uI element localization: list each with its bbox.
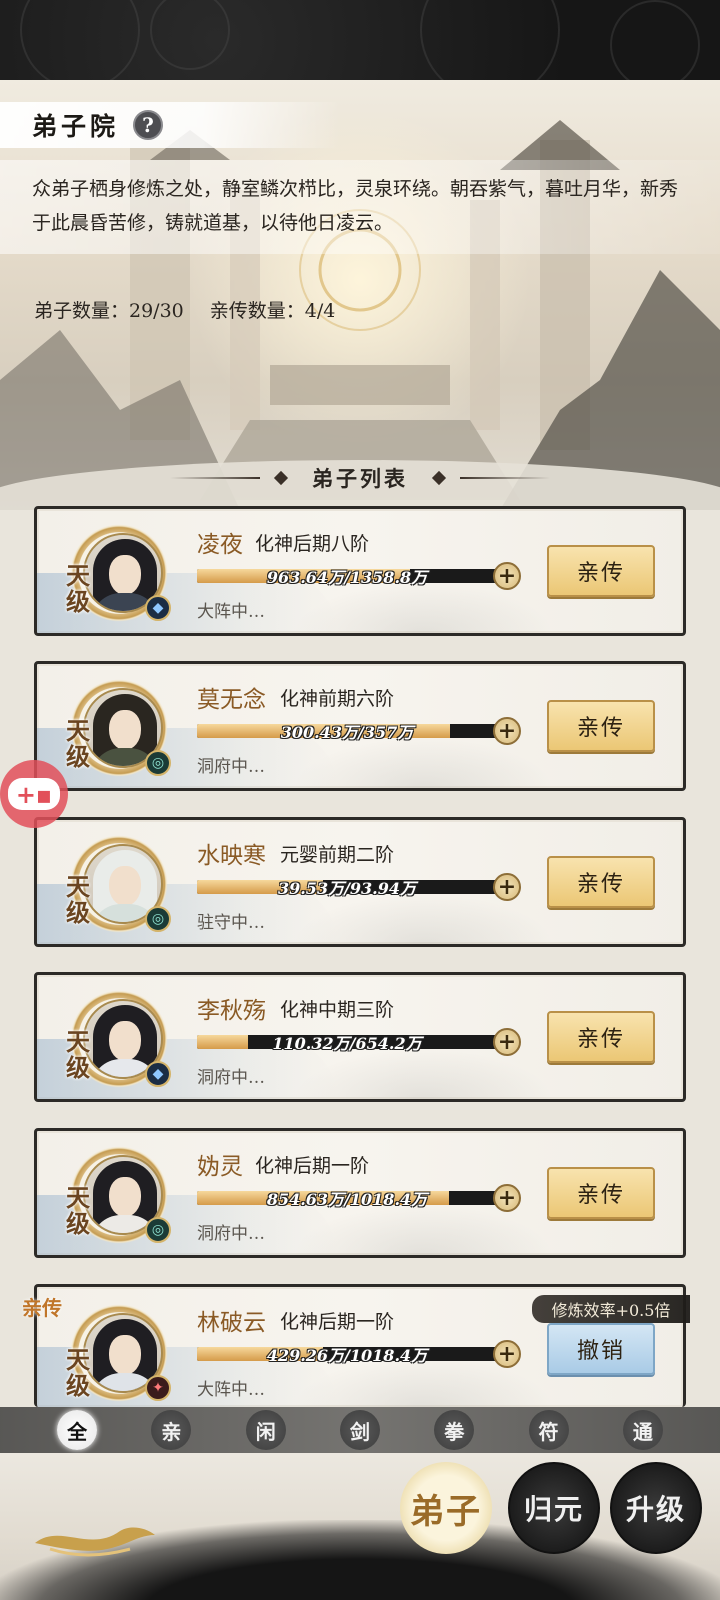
rank-badge: 天级 (66, 1345, 90, 1400)
question-icon[interactable]: ? (133, 110, 164, 140)
plus-icon[interactable]: + (493, 873, 521, 901)
disciple-status: 驻守中… (197, 913, 265, 933)
inner-disciple-count: 亲传数量：4/4 (209, 300, 336, 322)
progress-text: 963.64万/1358.8万 (266, 568, 428, 587)
revoke-inner-disciple-button[interactable]: 撤销 (547, 1323, 655, 1375)
filter-tab-idle[interactable]: 闲 (245, 1410, 286, 1450)
counts-row: 弟子数量：29/30 亲传数量：4/4 (34, 296, 335, 323)
rank-badge: 天级 (66, 716, 90, 771)
progress-text: 39.53万/93.94万 (277, 879, 417, 898)
plus-icon[interactable]: + (493, 1184, 521, 1212)
nav-return-button[interactable]: 归元 (508, 1462, 600, 1554)
rank-badge: 天级 (66, 1183, 90, 1238)
make-inner-disciple-button[interactable]: 亲传 (547, 1167, 655, 1219)
list-title-row: 弟子列表 (0, 458, 720, 498)
progress-text: 110.32万/654.2万 (272, 1034, 422, 1053)
fire-element-icon: ✦ (145, 1375, 171, 1401)
make-inner-disciple-button[interactable]: 亲传 (547, 545, 655, 597)
page-title: 弟子院 (32, 112, 120, 141)
nav-disciples-button[interactable]: 弟子 (400, 1462, 492, 1554)
disciple-realm: 化神后期八阶 (255, 533, 370, 555)
rank-badge: 天级 (66, 561, 90, 616)
make-inner-disciple-button[interactable]: 亲传 (547, 856, 655, 908)
disciple-status: 大阵中… (197, 602, 265, 622)
disciple-realm: 化神前期六阶 (280, 688, 395, 710)
plus-icon[interactable]: + (493, 1340, 521, 1368)
disciple-status: 洞府中… (197, 1224, 265, 1244)
disciple-realm: 化神后期一阶 (280, 1311, 395, 1333)
progress-text: 429.26万/1018.4万 (266, 1346, 428, 1365)
disciple-realm: 化神中期三阶 (280, 999, 395, 1021)
title-bar: 弟子院 ? (0, 102, 340, 148)
disciple-card[interactable]: 天级 ◎ 水映寒 元婴前期二阶 39.53万/93.94万 + 驻守中… 亲传 (34, 817, 686, 947)
wind-element-icon: ◎ (145, 750, 171, 776)
disciple-card[interactable]: 天级 ◎ 莫无念 化神前期六阶 300.43万/357万 + 洞府中… 亲传 (34, 661, 686, 791)
disciple-count: 弟子数量：29/30 (34, 300, 184, 322)
filter-tab-fist[interactable]: 拳 (434, 1410, 475, 1450)
disciple-card[interactable]: 天级 ◆ 凌夜 化神后期八阶 963.64万/1358.8万 + 大阵中… 亲传 (34, 506, 686, 636)
rank-badge: 天级 (66, 872, 90, 927)
disciple-status: 洞府中… (197, 757, 265, 777)
filter-tab-inner[interactable]: 亲 (151, 1410, 192, 1450)
make-inner-disciple-button[interactable]: 亲传 (547, 700, 655, 752)
disciple-name: 李秋殇 (197, 998, 266, 1024)
disciple-name: 水映寒 (197, 843, 266, 869)
wind-element-icon: ◎ (145, 906, 171, 932)
diamond-icon (431, 470, 447, 486)
progress-text: 300.43万/357万 (280, 723, 414, 742)
wind-element-icon: ◎ (145, 1217, 171, 1243)
filter-tab-all[interactable]: 全 (57, 1410, 98, 1450)
water-element-icon: ◆ (145, 1061, 171, 1087)
disciple-card[interactable]: 天级 ◆ 李秋殇 化神中期三阶 110.32万/654.2万 + 洞府中… 亲传 (34, 972, 686, 1102)
plus-icon[interactable]: + (493, 562, 521, 590)
nav-upgrade-button[interactable]: 升级 (610, 1462, 702, 1554)
cultivation-boost-tag: 修炼效率+0.5倍 (532, 1295, 690, 1323)
filter-tab-talisman[interactable]: 符 (528, 1410, 569, 1450)
filter-tab-sword[interactable]: 剑 (339, 1410, 380, 1450)
filter-tab-general[interactable]: 通 (622, 1410, 663, 1450)
list-title: 弟子列表 (312, 466, 408, 491)
filter-tabs: 全 亲 闲 剑 拳 符 通 (0, 1407, 720, 1453)
progress-text: 854.63万/1018.4万 (266, 1190, 428, 1209)
divider-left (170, 477, 260, 479)
disciple-name: 凌夜 (197, 532, 243, 558)
description: 众弟子栖身修炼之处，静室鳞次栉比，灵泉环绕。朝吞紫气，暮吐月华，新秀于此晨昏苦修… (0, 160, 720, 254)
disciple-status: 大阵中… (197, 1380, 265, 1400)
plus-icon[interactable]: + (493, 717, 521, 745)
rank-badge: 天级 (66, 1027, 90, 1082)
disciple-realm: 元婴前期二阶 (280, 844, 395, 866)
disciple-name: 林破云 (197, 1310, 266, 1336)
divider-right (460, 477, 550, 479)
gamepad-icon[interactable]: +▪ (0, 760, 68, 828)
top-status-area (0, 0, 720, 80)
disciple-card[interactable]: 天级 ◎ 妫灵 化神后期一阶 854.63万/1018.4万 + 洞府中… 亲传 (34, 1128, 686, 1258)
disciple-name: 莫无念 (197, 687, 266, 713)
bottom-panel (0, 1453, 720, 1600)
disciple-status: 洞府中… (197, 1068, 265, 1088)
water-element-icon: ◆ (145, 595, 171, 621)
inner-disciple-tag: 亲传 (22, 1296, 62, 1320)
diamond-icon (273, 470, 289, 486)
make-inner-disciple-button[interactable]: 亲传 (547, 1011, 655, 1063)
disciple-realm: 化神后期一阶 (255, 1155, 370, 1177)
dragon-emblem-icon (35, 1527, 155, 1557)
disciple-name: 妫灵 (197, 1154, 243, 1180)
plus-icon[interactable]: + (493, 1028, 521, 1056)
